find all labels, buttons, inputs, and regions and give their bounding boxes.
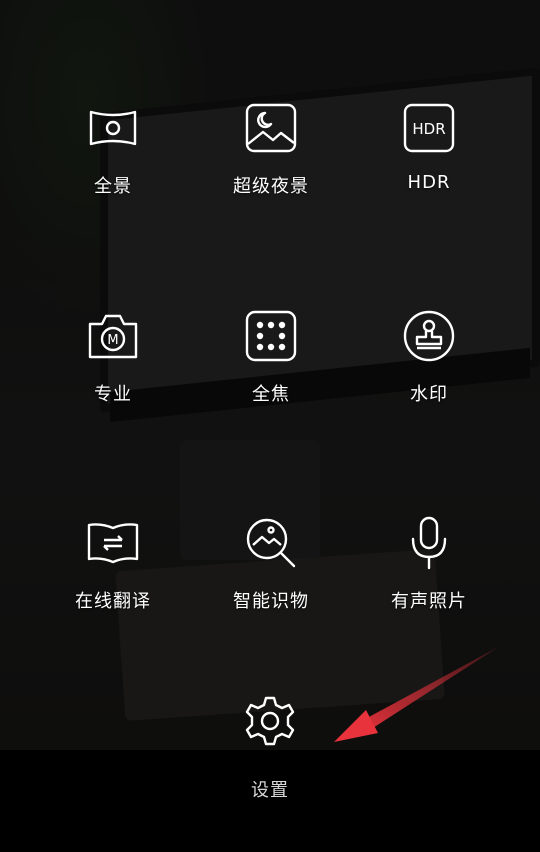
microphone-icon (401, 515, 457, 571)
mode-label: 超级夜景 (233, 176, 309, 197)
all-focus-icon (243, 308, 299, 364)
mode-label: 全焦 (252, 384, 290, 405)
annotation-arrow (334, 646, 500, 742)
gear-icon (242, 693, 298, 749)
mode-label: 专业 (94, 384, 132, 405)
mode-audio-photo[interactable]: 有声照片 (349, 515, 509, 613)
settings-button[interactable] (242, 693, 298, 749)
mode-label: 有声照片 (391, 591, 467, 612)
hdr-icon: HDR (401, 100, 457, 156)
mode-label: 全景 (94, 176, 132, 197)
mode-super-night[interactable]: 超级夜景 (191, 100, 351, 198)
mode-all-focus[interactable]: 全焦 (191, 308, 351, 406)
object-recognition-icon (243, 515, 299, 571)
night-scene-icon (243, 100, 299, 156)
mode-label: 水印 (410, 384, 448, 405)
pro-mode-icon: M (85, 308, 141, 364)
watermark-stamp-icon (401, 308, 457, 364)
mode-label: 智能识物 (233, 591, 309, 612)
mode-smart-recognition[interactable]: 智能识物 (191, 515, 351, 613)
mode-online-translate[interactable]: 在线翻译 (33, 515, 193, 613)
mode-panorama[interactable]: 全景 (33, 100, 193, 198)
mode-pro[interactable]: M 专业 (33, 308, 193, 406)
svg-text:HDR: HDR (412, 120, 445, 138)
mode-label: HDR (407, 172, 451, 193)
settings-label: 设置 (251, 780, 289, 801)
svg-text:M: M (107, 333, 118, 348)
panorama-icon (85, 100, 141, 156)
mode-hdr[interactable]: HDR HDR (349, 100, 509, 193)
mode-label: 在线翻译 (75, 591, 151, 612)
translate-book-icon (85, 515, 141, 571)
mode-watermark[interactable]: 水印 (349, 308, 509, 406)
